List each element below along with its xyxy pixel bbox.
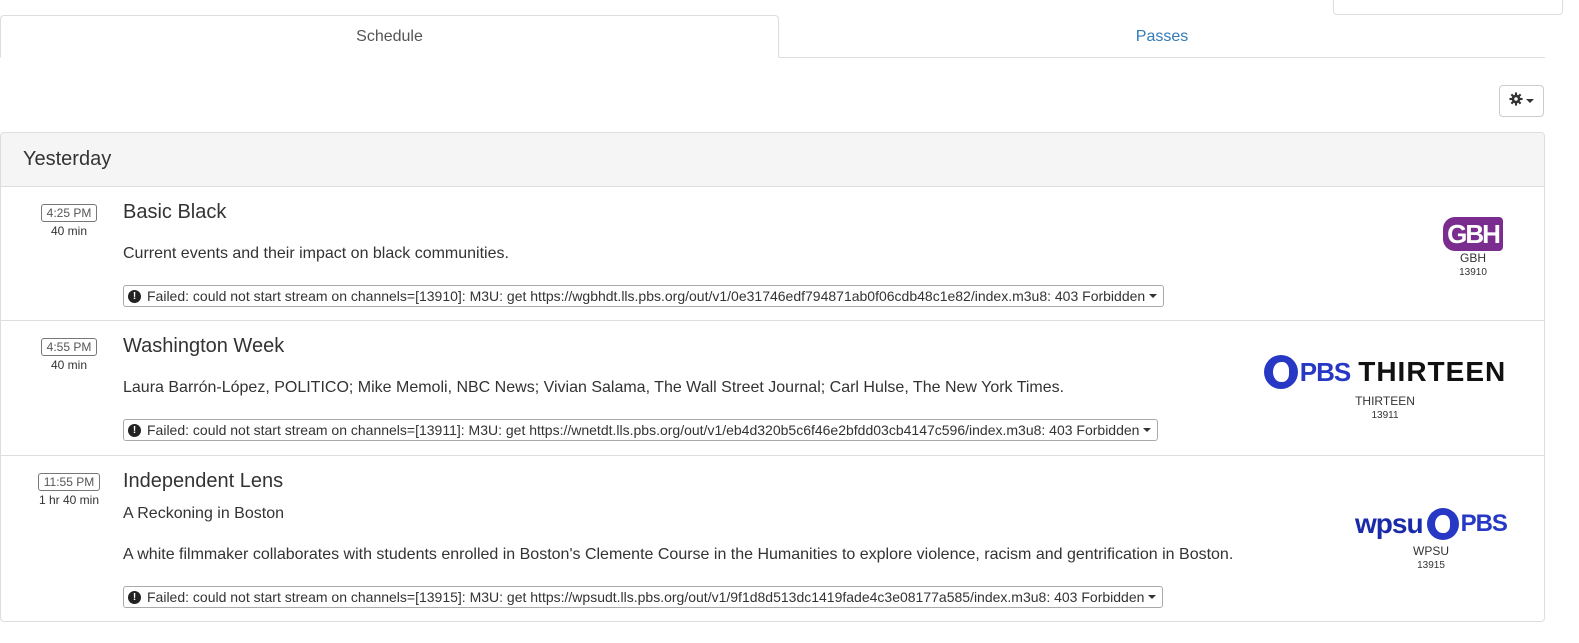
gbh-logo: GBH (1443, 217, 1503, 251)
program-item: 11:55 PM 1 hr 40 min Independent Lens A … (1, 456, 1544, 621)
tab-passes[interactable]: Passes (779, 15, 1545, 58)
channel-name: GBH (1459, 251, 1486, 265)
program-description: Current events and their impact on black… (123, 245, 509, 262)
duration: 1 hr 40 min (38, 493, 100, 507)
exclamation-icon: ! (128, 423, 141, 437)
exclamation-icon: ! (128, 590, 141, 604)
error-text: Failed: could not start stream on channe… (147, 422, 1140, 438)
program-item: 4:25 PM 40 min Basic Black Current event… (1, 187, 1544, 321)
time-column: 11:55 PM 1 hr 40 min (1, 473, 137, 507)
error-dropdown[interactable]: ! Failed: could not start stream on chan… (123, 419, 1159, 441)
channel-name: THIRTEEN (1355, 394, 1415, 408)
program-subtitle: A Reckoning in Boston (123, 505, 284, 522)
program-title: Basic Black (123, 201, 227, 223)
pbs-head-icon (1426, 508, 1459, 540)
pbs-wordmark: PBS (1299, 356, 1351, 387)
error-text: Failed: could not start stream on channe… (147, 589, 1145, 605)
exclamation-icon: ! (128, 289, 141, 303)
settings-dropdown-button[interactable] (1499, 85, 1544, 117)
schedule-panel: Yesterday 4:25 PM 40 min Basic Black Cur… (0, 132, 1545, 622)
error-dropdown[interactable]: ! Failed: could not start stream on chan… (123, 285, 1165, 307)
program-item: 4:55 PM 40 min Washington Week Laura Bar… (1, 321, 1544, 456)
chevron-down-icon (1148, 595, 1157, 599)
pbs-head-icon (1263, 355, 1298, 389)
time-column: 4:55 PM 40 min (1, 338, 137, 372)
channel-number: 13911 (1371, 410, 1399, 421)
program-title: Independent Lens (123, 470, 284, 492)
start-time-badge: 4:25 PM (40, 204, 98, 222)
gear-icon (1509, 91, 1523, 111)
program-title: Washington Week (123, 335, 285, 357)
tab-schedule[interactable]: Schedule (0, 15, 779, 58)
wpsu-wordmark: wpsu (1355, 508, 1424, 539)
time-column: 4:25 PM 40 min (1, 204, 137, 238)
channel-info: wpsu PBS WPSU 13915 (1343, 506, 1519, 571)
channel-info: PBS THIRTEEN THIRTEEN 13911 (1251, 353, 1519, 421)
start-time-badge: 4:55 PM (40, 338, 98, 356)
program-description: Laura Barrón-López, POLITICO; Mike Memol… (123, 379, 1065, 396)
duration: 40 min (50, 358, 88, 372)
top-corner-box (1333, 0, 1563, 15)
chevron-down-icon (1143, 428, 1152, 432)
start-time-badge: 11:55 PM (37, 473, 101, 491)
channel-number: 13915 (1417, 560, 1445, 571)
chevron-down-icon (1149, 294, 1158, 298)
program-description: A white filmmaker collaborates with stud… (123, 546, 1234, 563)
channel-name: WPSU (1413, 544, 1449, 558)
wpsu-logo: wpsu PBS (1343, 506, 1519, 542)
channel-number: 13910 (1459, 267, 1487, 278)
channel-info: GBH GBH 13910 (1433, 217, 1513, 278)
pbs-wordmark: PBS (1460, 510, 1508, 537)
error-dropdown[interactable]: ! Failed: could not start stream on chan… (123, 586, 1164, 608)
tab-bar: Schedule Passes (0, 15, 1545, 58)
duration: 40 min (50, 224, 88, 238)
thirteen-logo: PBS THIRTEEN (1251, 353, 1519, 391)
chevron-down-icon (1526, 99, 1534, 103)
error-text: Failed: could not start stream on channe… (147, 288, 1146, 304)
thirteen-wordmark: THIRTEEN (1358, 356, 1507, 387)
day-heading: Yesterday (1, 133, 1544, 187)
